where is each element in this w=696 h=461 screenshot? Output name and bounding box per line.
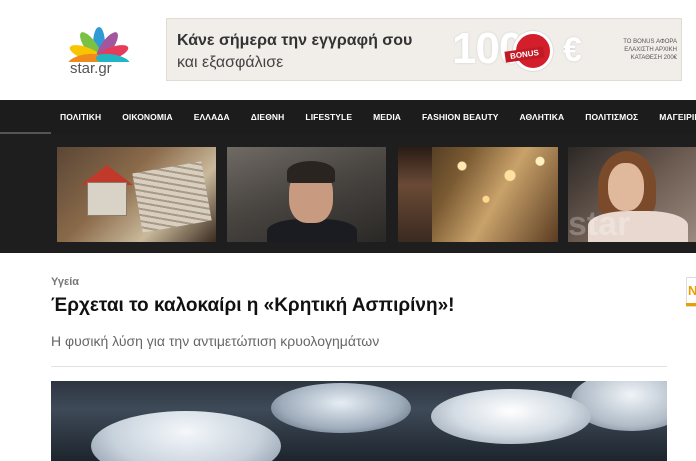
nav-item-politiki[interactable]: ΠΟΛΙΤΙΚΗ <box>60 112 101 122</box>
banner-currency: € <box>563 31 582 69</box>
nav-item-diethni[interactable]: ΔΙΕΘΝΗ <box>251 112 285 122</box>
nav-item-lifestyle[interactable]: LIFESTYLE <box>305 112 352 122</box>
featured-strip: star <box>0 134 696 253</box>
ad-banner[interactable]: Κάνε σήμερα την εγγραφή σου και εξασφάλι… <box>166 18 682 81</box>
nav-item-oikonomia[interactable]: ΟΙΚΟΝΟΜΙΑ <box>122 112 173 122</box>
nav-item-politismos[interactable]: ΠΟΛΙΤΙΣΜΟΣ <box>585 112 638 122</box>
nav-item-media[interactable]: MEDIA <box>373 112 401 122</box>
sidebar-widget-letter: Ν <box>688 283 696 298</box>
house-image <box>87 182 127 216</box>
woman-portrait-image <box>398 147 432 242</box>
banknotes-image <box>132 161 212 233</box>
chandelier-lights-image <box>438 147 558 242</box>
main-navigation: ΠΟΛΙΤΙΚΗ ΟΙΚΟΝΟΜΙΑ ΕΛΛΑΔΑ ΔΙΕΘΝΗ LIFESTY… <box>0 100 696 134</box>
sidebar-accent-line <box>686 303 696 306</box>
featured-thumb-house-money[interactable] <box>57 147 216 242</box>
article-hero-image <box>51 381 667 461</box>
banner-subline: και εξασφάλισε <box>177 54 284 71</box>
article-title: Έρχεται το καλοκαίρι η «Κρητική Ασπιρίνη… <box>51 295 455 316</box>
logo-petals-icon <box>68 27 130 68</box>
featured-thumb-politician[interactable] <box>227 147 386 242</box>
model-face-image <box>608 163 644 211</box>
banner-headline: Κάνε σήμερα την εγγραφή σου <box>177 32 413 49</box>
logo-text: star.gr <box>70 60 112 77</box>
article-subtitle: Η φυσική λύση για την αντιμετώπιση κρυολ… <box>51 333 380 349</box>
article-category[interactable]: Υγεία <box>51 276 79 288</box>
star-watermark: star <box>568 205 631 242</box>
pill-image <box>271 383 411 433</box>
banner-amount: 100 <box>452 24 523 73</box>
site-header: star.gr Κάνε σήμερα την εγγραφή σου και … <box>0 0 696 100</box>
nav-item-mageiriki[interactable]: ΜΑΓΕΙΡΙΚΗ <box>659 112 696 122</box>
site-logo[interactable]: star.gr <box>62 22 136 82</box>
pill-image <box>91 411 281 461</box>
nav-menu: ΠΟΛΙΤΙΚΗ ΟΙΚΟΝΟΜΙΑ ΕΛΛΑΔΑ ΔΙΕΘΝΗ LIFESTY… <box>60 100 696 134</box>
banner-terms: ΤΟ BONUS ΑΦΟΡΑ ΕΛΑΧΙΣΤΗ ΑΡΧΙΚΗ ΚΑΤΑΘΕΣΗ … <box>623 39 677 61</box>
page: star.gr Κάνε σήμερα την εγγραφή σου και … <box>0 0 696 461</box>
article-section: Υγεία Έρχεται το καλοκαίρι η «Κρητική Ασ… <box>0 253 696 461</box>
featured-thumb-event-hall[interactable] <box>398 147 558 242</box>
featured-thumb-model[interactable]: star <box>568 147 696 242</box>
nav-item-athlitika[interactable]: ΑΘΛΗΤΙΚΑ <box>520 112 565 122</box>
nav-item-fashion-beauty[interactable]: FASHION BEAUTY <box>422 112 499 122</box>
pill-image <box>431 389 591 444</box>
nav-item-ellada[interactable]: ΕΛΛΑΔΑ <box>194 112 230 122</box>
hair-image <box>287 161 335 183</box>
article-divider <box>51 366 667 367</box>
